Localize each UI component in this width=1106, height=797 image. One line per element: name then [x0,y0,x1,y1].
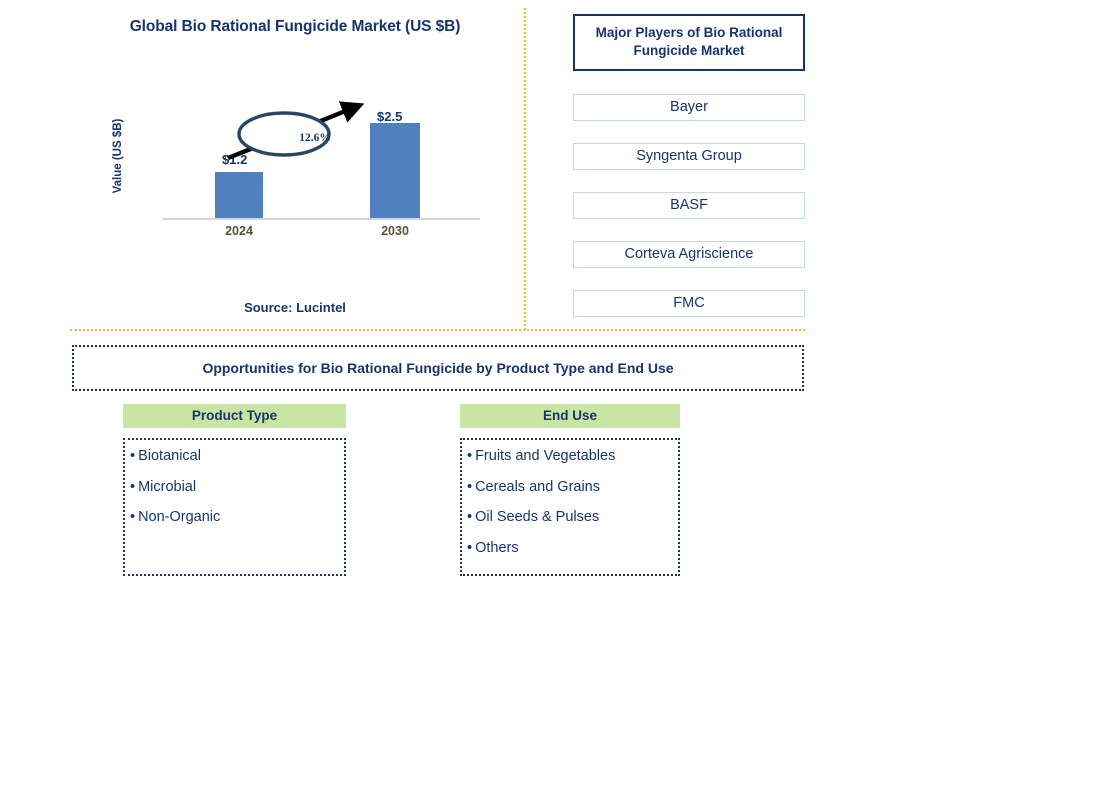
opportunity-list-product-type: • Biotanical • Microbial • Non-Organic [123,438,346,576]
list-item-label: Fruits and Vegetables [475,448,616,464]
opportunity-column-product-type: Product Type • Biotanical • Microbial • Non… [123,404,346,576]
list-item: • Fruits and Vegetables [467,449,678,464]
list-item: • Others [467,539,678,556]
category-label-2024: 2024 [225,224,253,238]
bullet-icon: • [467,478,473,495]
opportunity-column-end-use: End Use • Fruits and Vegetables • Cereals … [460,404,680,576]
horizontal-divider [70,329,805,331]
chart-title: Global Bio Rational Fungicide Market (US… [129,18,461,35]
list-item: • Microbial [130,478,344,495]
opportunities-banner: Opportunities for Bio Rational Fungicide… [72,345,804,391]
list-item-label: Biotanical [138,448,201,464]
bar-2024 [215,172,263,218]
source-label: Source: Lucintel [244,300,346,315]
bullet-icon: • [467,539,473,556]
y-axis-label: Value (US $B) [112,118,124,194]
cagr-value-label: 12.6% [299,132,331,144]
vertical-divider [524,8,526,330]
bullet-icon: • [130,478,136,495]
bullet-icon: • [467,509,473,525]
major-players-header: Major Players of Bio Rational Fungicide … [573,14,805,72]
list-item-label: Non-Organic [138,509,221,525]
market-chart-panel: Global Bio Rational Fungicide Market (US… [70,8,520,328]
major-players-panel: Major Players of Bio Rational Fungicide … [573,14,805,318]
player-box-fmc[interactable]: FMC [573,290,805,318]
x-axis-line [163,218,480,220]
list-item-label: Cereals and Grains [475,478,600,495]
category-label-2030: 2030 [381,224,409,238]
list-item: • Oil Seeds & Pulses [467,510,678,525]
player-box-corteva-agriscience[interactable]: Corteva Agriscience [573,241,805,269]
opportunity-column-header-end-use: End Use [460,404,680,428]
infographic-page: Global Bio Rational Fungicide Market (US… [0,0,1106,797]
opportunities-banner-text: Opportunities for Bio Rational Fungicide… [202,360,674,376]
chart-plot-area: Value (US $B) $1.2 $2.5 2024 2030 12.6% [70,88,520,238]
bullet-icon: • [467,448,473,464]
player-box-basf[interactable]: BASF [573,192,805,220]
list-item-label: Microbial [138,478,197,495]
player-box-bayer[interactable]: Bayer [573,94,805,122]
opportunity-list-end-use: • Fruits and Vegetables • Cereals and Grai… [460,438,680,576]
opportunity-column-header-product-type: Product Type [123,404,346,428]
list-item-label: Oil Seeds & Pulses [475,509,600,525]
list-item: • Non-Organic [130,510,344,525]
bullet-icon: • [130,448,136,464]
bullet-icon: • [130,509,136,525]
list-item: • Cereals and Grains [467,478,678,495]
player-box-syngenta-group[interactable]: Syngenta Group [573,143,805,171]
list-item-label: Others [475,539,519,556]
list-item: • Biotanical [130,449,344,464]
